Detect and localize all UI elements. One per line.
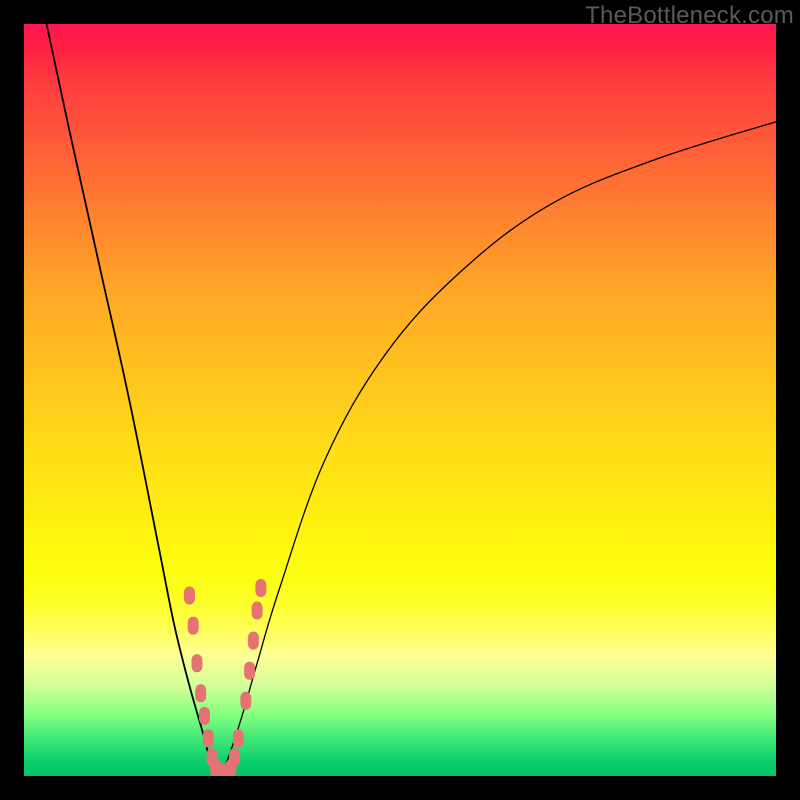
data-marker	[248, 632, 259, 650]
data-marker	[240, 692, 251, 710]
watermark-text: TheBottleneck.com	[585, 2, 794, 30]
marker-group	[184, 579, 266, 776]
data-marker	[188, 617, 199, 635]
data-marker	[203, 729, 214, 747]
data-marker	[252, 602, 263, 620]
data-marker	[229, 748, 240, 766]
curves-svg	[24, 24, 776, 776]
data-marker	[184, 587, 195, 605]
chart-container: TheBottleneck.com	[0, 0, 800, 800]
data-marker	[195, 684, 206, 702]
data-marker	[255, 579, 266, 597]
data-marker	[191, 654, 202, 672]
series-right-curve	[220, 122, 776, 776]
curve-right-curve	[220, 122, 776, 776]
plot-area	[24, 24, 776, 776]
data-marker	[233, 729, 244, 747]
data-marker	[199, 707, 210, 725]
data-marker	[244, 662, 255, 680]
